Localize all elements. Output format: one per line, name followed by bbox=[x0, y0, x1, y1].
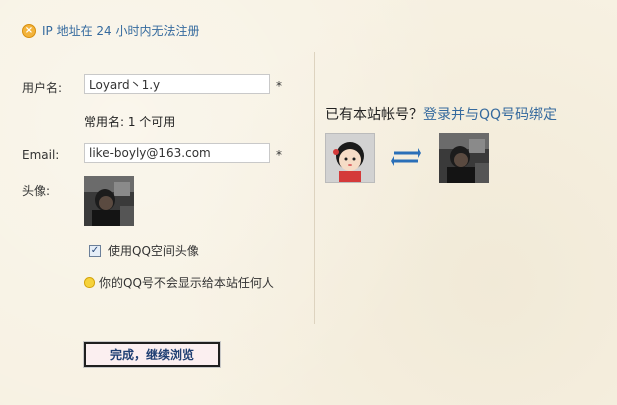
use-qq-avatar-option[interactable]: ✓ 使用QQ空间头像 bbox=[89, 242, 199, 259]
swap-arrows-icon bbox=[391, 148, 421, 166]
email-required-mark: * bbox=[276, 148, 282, 162]
privacy-tip: 你的QQ号不会显示给本站任何人 bbox=[84, 274, 274, 291]
privacy-tip-text: 你的QQ号不会显示给本站任何人 bbox=[99, 276, 274, 290]
vertical-divider bbox=[314, 52, 315, 324]
bind-account-prompt: 已有本站帐号？登录并与QQ号码绑定 bbox=[325, 104, 557, 124]
avatar bbox=[84, 176, 134, 226]
user-avatar-preview bbox=[439, 133, 489, 183]
common-name-hint: 常用名: 1 个可用 bbox=[84, 115, 176, 129]
existing-account-text: 已有本站帐号？ bbox=[325, 107, 423, 123]
email-label: Email: bbox=[22, 148, 60, 162]
avatar-label: 头像: bbox=[22, 184, 51, 198]
qq-default-avatar bbox=[325, 133, 375, 183]
username-required-mark: * bbox=[276, 79, 282, 93]
login-bind-link[interactable]: 登录并与QQ号码绑定 bbox=[423, 107, 557, 123]
finish-continue-button[interactable]: 完成，继续浏览 bbox=[83, 341, 221, 368]
notice-text: IP 地址在 24 小时内无法注册 bbox=[42, 24, 200, 38]
username-input[interactable] bbox=[84, 74, 270, 94]
email-input[interactable] bbox=[84, 143, 270, 163]
close-circle-icon: × bbox=[22, 23, 36, 38]
lightbulb-icon bbox=[84, 277, 95, 288]
use-qq-avatar-checkbox[interactable]: ✓ bbox=[89, 244, 101, 257]
use-qq-avatar-label: 使用QQ空间头像 bbox=[108, 244, 199, 258]
username-label: 用户名: bbox=[22, 81, 63, 95]
notice-banner: × IP 地址在 24 小时内无法注册 bbox=[22, 22, 200, 39]
